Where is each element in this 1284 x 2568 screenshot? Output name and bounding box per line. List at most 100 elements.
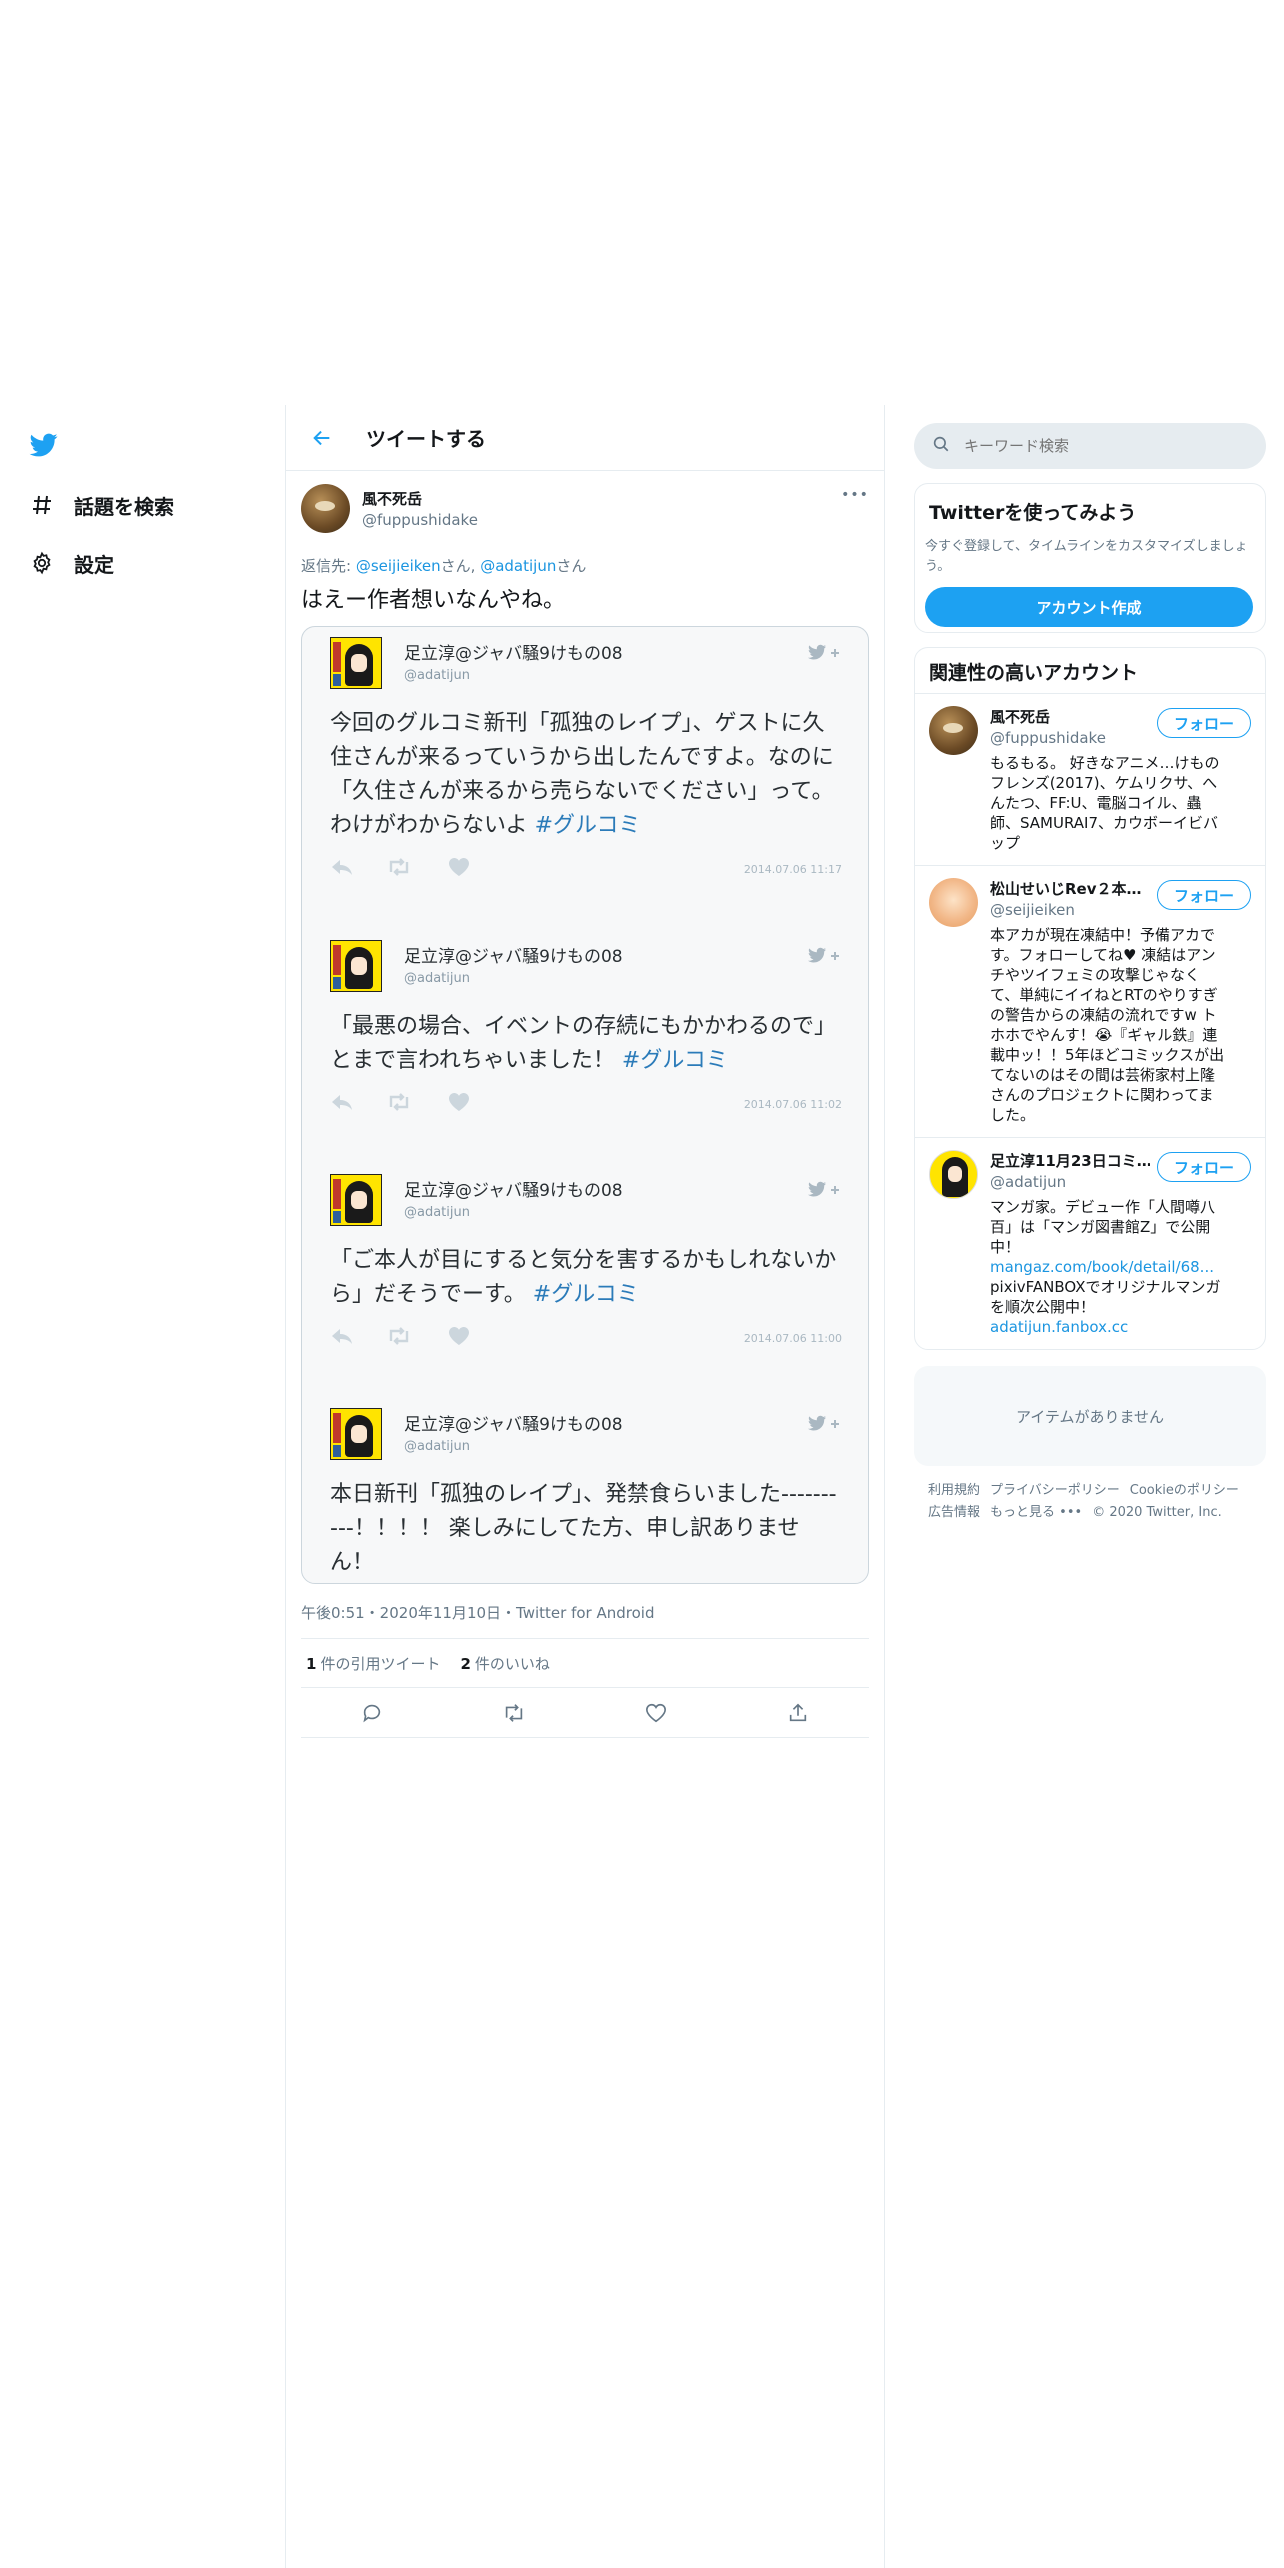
avatar[interactable] xyxy=(929,706,978,755)
back-arrow-icon[interactable] xyxy=(308,424,336,452)
avatar[interactable] xyxy=(330,637,382,689)
search-input[interactable] xyxy=(964,437,1224,455)
embedded-author-handle[interactable]: @adatijun xyxy=(404,1439,623,1454)
embedded-actions: 2014.07.06 11:00 xyxy=(330,1324,842,1352)
hashtag-link[interactable]: #グルコミ xyxy=(622,1048,728,1073)
embedded-author-name[interactable]: 足立淳@ジャバ騒9けもの08 xyxy=(404,1410,623,1435)
reply-icon[interactable] xyxy=(359,1700,385,1726)
embedded-timestamp[interactable]: 2014.07.06 11:17 xyxy=(744,863,842,876)
related-account[interactable]: 足立淳11月23日コミ… @adatijun マンガ家。デビュー作「人間噂八百」… xyxy=(915,1138,1265,1349)
tweet-text: はえー作者想いなんやね。 xyxy=(301,588,566,613)
footer-privacy-link[interactable]: プライバシーポリシー xyxy=(990,1483,1120,1498)
embedded-text-body: 「最悪の場合、イベントの存続にもかかわるので」とまで言われちゃいました！ xyxy=(330,1014,837,1073)
more-dots-icon: ••• xyxy=(1059,1505,1083,1520)
hashtag-icon xyxy=(28,491,56,519)
avatar[interactable] xyxy=(330,1408,382,1460)
bio-link[interactable]: adatijun.fanbox.cc xyxy=(990,1318,1128,1336)
tweet-stats: 1 件の引用ツイート 2 件のいいね xyxy=(301,1638,869,1688)
hashtag-link[interactable]: #グルコミ xyxy=(533,1282,639,1307)
embedded-author-name[interactable]: 足立淳@ジャバ騒9けもの08 xyxy=(404,1176,623,1201)
share-icon[interactable] xyxy=(785,1700,811,1726)
follow-button[interactable]: フォロー xyxy=(1157,708,1251,738)
embedded-timestamp[interactable]: 2014.07.06 11:02 xyxy=(744,1098,842,1111)
twitter-follow-icon[interactable] xyxy=(806,643,842,663)
account-name[interactable]: 足立淳11月23日コミ… xyxy=(990,1150,1150,1171)
twitter-follow-icon[interactable] xyxy=(806,1180,842,1200)
nav-explore[interactable]: 話題を検索 xyxy=(28,485,174,525)
related-accounts-title: 関連性の高いアカウント xyxy=(915,648,1265,694)
reply-suffix: さん, xyxy=(440,557,481,575)
retweet-icon[interactable] xyxy=(386,1326,412,1348)
follow-button[interactable]: フォロー xyxy=(1157,1152,1251,1182)
embedded-author-handle[interactable]: @adatijun xyxy=(404,668,623,683)
retweet-icon[interactable] xyxy=(501,1700,527,1726)
quote-label: 件の引用ツイート xyxy=(320,1654,441,1673)
avatar[interactable] xyxy=(301,483,350,533)
heart-icon[interactable] xyxy=(448,1092,474,1114)
embedded-tweet-card[interactable]: 足立淳@ジャバ騒9けもの08 @adatijun 今回のグルコミ新刊「孤独のレイ… xyxy=(301,626,869,1584)
embedded-author-handle[interactable]: @adatijun xyxy=(404,1205,623,1220)
embedded-timestamp[interactable]: 2014.07.06 11:00 xyxy=(744,1332,842,1345)
embedded-tweet-text: 「最悪の場合、イベントの存続にもかかわるので」とまで言われちゃいました！ #グル… xyxy=(330,1010,842,1078)
footer-cookie-link[interactable]: Cookieのポリシー xyxy=(1130,1483,1239,1498)
reply-icon[interactable] xyxy=(330,857,356,879)
author-name[interactable]: 風不死岳 xyxy=(362,488,478,509)
account-name[interactable]: 風不死岳 xyxy=(990,706,1150,727)
reply-user-link[interactable]: @adatijun xyxy=(480,557,556,575)
reply-icon[interactable] xyxy=(330,1092,356,1114)
footer-terms-link[interactable]: 利用規約 xyxy=(928,1483,980,1498)
footer-more-link[interactable]: もっと見る ••• xyxy=(990,1505,1082,1520)
account-bio: 本アカが現在凍結中！予備アカです。フォローしてね♥ 凍結はアンチやツイフェミの攻… xyxy=(990,926,1225,1124)
quote-tweets-stat[interactable]: 1 件の引用ツイート xyxy=(306,1653,440,1674)
avatar[interactable] xyxy=(330,1174,382,1226)
hashtag-link[interactable]: #グルコミ xyxy=(535,813,641,838)
embedded-author-name[interactable]: 足立淳@ジャバ騒9けもの08 xyxy=(404,942,623,967)
like-label: 件のいいね xyxy=(474,1654,550,1673)
search-box[interactable] xyxy=(914,423,1266,469)
account-bio: マンガ家。デビュー作「人間噂八百」は「マンガ図書館Z」で公開中！ mangaz.c… xyxy=(990,1197,1228,1337)
related-accounts-panel: 関連性の高いアカウント 風不死岳 @fuppushidake もるもる。 好きな… xyxy=(914,647,1266,1350)
avatar[interactable] xyxy=(929,1150,978,1199)
more-options-icon[interactable]: ••• xyxy=(841,487,868,503)
bio-link[interactable]: mangaz.com/book/detail/68... xyxy=(990,1258,1214,1276)
avatar[interactable] xyxy=(929,878,978,927)
related-account[interactable]: 風不死岳 @fuppushidake もるもる。 好きなアニメ…けものフレンズ(… xyxy=(915,694,1265,866)
reply-suffix: さん xyxy=(556,557,587,575)
likes-stat[interactable]: 2 件のいいね xyxy=(460,1653,549,1674)
embedded-author-name[interactable]: 足立淳@ジャバ騒9けもの08 xyxy=(404,639,623,664)
twitter-bird-logo-icon[interactable] xyxy=(28,431,64,463)
footer-ads-link[interactable]: 広告情報 xyxy=(928,1505,980,1520)
trends-empty-panel: アイテムがありません xyxy=(914,1366,1266,1466)
follow-button[interactable]: フォロー xyxy=(1157,880,1251,910)
signup-title: Twitterを使ってみよう xyxy=(929,502,1137,524)
nav-settings[interactable]: 設定 xyxy=(28,543,114,583)
retweet-icon[interactable] xyxy=(386,857,412,879)
signup-description: 今すぐ登録して、タイムラインをカスタマイズしましょう。 xyxy=(925,539,1248,574)
twitter-follow-icon[interactable] xyxy=(806,946,842,966)
embedded-author-handle[interactable]: @adatijun xyxy=(404,971,623,986)
heart-icon[interactable] xyxy=(448,1326,474,1348)
nav-explore-label: 話題を検索 xyxy=(74,494,174,519)
reply-prefix: 返信先: xyxy=(301,557,356,575)
embedded-actions: 2014.07.06 11:02 xyxy=(330,1090,842,1118)
like-heart-icon[interactable] xyxy=(643,1700,669,1726)
tweet-actions xyxy=(301,1688,869,1738)
create-account-button[interactable]: アカウント作成 xyxy=(925,587,1253,627)
like-count: 2 xyxy=(460,1654,471,1673)
embedded-tweet: 足立淳@ジャバ騒9けもの08 @adatijun 今回のグルコミ新刊「孤独のレイ… xyxy=(330,637,842,883)
quote-count: 1 xyxy=(306,1654,317,1673)
search-icon xyxy=(932,435,950,457)
tweet-author[interactable]: 風不死岳 @fuppushidake xyxy=(301,483,869,533)
reply-user-link[interactable]: @seijieiken xyxy=(356,557,441,575)
reply-icon[interactable] xyxy=(330,1326,356,1348)
tweet-timestamp-link[interactable]: 午後0:51・2020年11月10日・ xyxy=(301,1604,516,1622)
related-account[interactable]: 松山せいじRev２本… @seijieiken 本アカが現在凍結中！予備アカです… xyxy=(915,866,1265,1138)
page-title: ツイートする xyxy=(366,427,486,451)
embedded-tweet: 足立淳@ジャバ騒9けもの08 @adatijun 「最悪の場合、イベントの存続に… xyxy=(330,940,842,1118)
author-handle[interactable]: @fuppushidake xyxy=(362,511,478,529)
avatar[interactable] xyxy=(330,940,382,992)
account-name[interactable]: 松山せいじRev２本… xyxy=(990,878,1150,899)
heart-icon[interactable] xyxy=(448,857,474,879)
twitter-follow-icon[interactable] xyxy=(806,1414,842,1434)
retweet-icon[interactable] xyxy=(386,1092,412,1114)
